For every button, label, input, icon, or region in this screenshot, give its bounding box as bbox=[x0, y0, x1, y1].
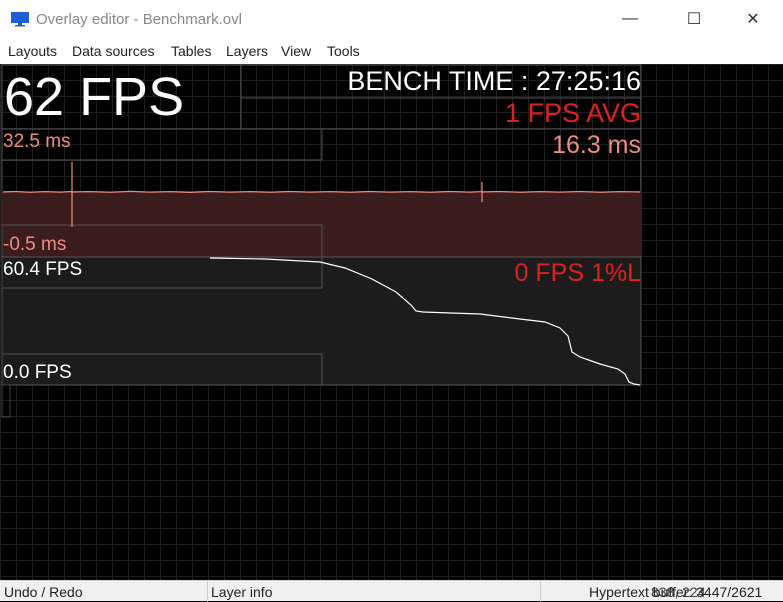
menu-bar: Layouts Data sources Tables Layers View … bbox=[0, 38, 783, 64]
menu-tools[interactable]: Tools bbox=[327, 43, 360, 59]
cursor-coords-status: 838, 224 bbox=[651, 584, 706, 600]
menu-data-sources[interactable]: Data sources bbox=[72, 43, 154, 59]
layer-info-status: Layer info bbox=[211, 584, 273, 600]
bench-time-label: BENCH TIME : 27:25:16 bbox=[347, 66, 641, 96]
menu-tables[interactable]: Tables bbox=[171, 43, 211, 59]
status-divider bbox=[540, 581, 541, 602]
fps-counter: 62 FPS bbox=[4, 67, 185, 127]
menu-layouts[interactable]: Layouts bbox=[8, 43, 57, 59]
title-bar: Overlay editor - Benchmark.ovl — ☐ ✕ bbox=[0, 0, 783, 38]
close-button[interactable]: ✕ bbox=[730, 0, 776, 38]
frametime-current-label: 16.3 ms bbox=[552, 131, 641, 159]
layer-stub[interactable] bbox=[1, 384, 11, 418]
menu-view[interactable]: View bbox=[281, 43, 311, 59]
fps-graph-max-label: 60.4 FPS bbox=[3, 259, 83, 280]
status-bar: Undo / Redo Layer info Hypertext buffer:… bbox=[0, 580, 783, 602]
maximize-button[interactable]: ☐ bbox=[671, 0, 717, 38]
fps-1pct-low-label: 0 FPS 1%L bbox=[514, 259, 641, 287]
status-divider bbox=[207, 581, 208, 602]
overlay-canvas[interactable]: 62 FPS BENCH TIME : 27:25:16 1 FPS AVG 3… bbox=[0, 64, 783, 580]
frametime-min-label: -0.5 ms bbox=[3, 234, 67, 255]
overlay-layers bbox=[1, 64, 642, 418]
menu-layers[interactable]: Layers bbox=[226, 43, 268, 59]
window-title: Overlay editor - Benchmark.ovl bbox=[36, 11, 242, 28]
fps-graph-min-label: 0.0 FPS bbox=[3, 362, 72, 383]
minimize-button[interactable]: — bbox=[607, 0, 653, 38]
fps-avg-label: 1 FPS AVG bbox=[504, 98, 641, 128]
undo-redo-status[interactable]: Undo / Redo bbox=[4, 584, 83, 600]
monitor-icon bbox=[11, 12, 29, 27]
frametime-max-label: 32.5 ms bbox=[3, 131, 71, 152]
